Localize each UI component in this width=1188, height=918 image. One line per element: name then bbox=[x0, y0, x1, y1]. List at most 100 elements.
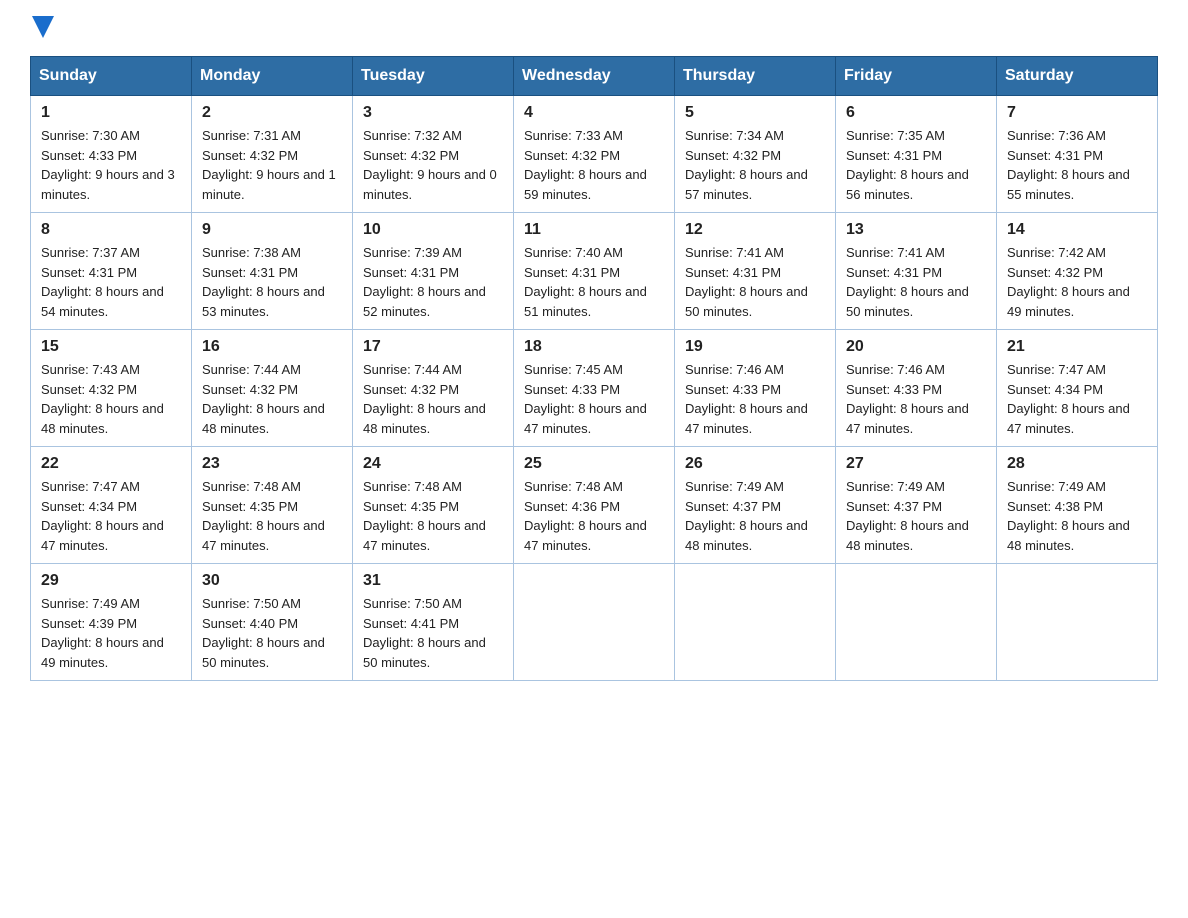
day-number: 8 bbox=[41, 221, 181, 239]
day-cell-31: 31Sunrise: 7:50 AMSunset: 4:41 PMDayligh… bbox=[353, 564, 514, 681]
day-cell-16: 16 Sunrise: 7:44 AMSunset: 4:32 PMDayligh… bbox=[192, 330, 353, 447]
day-cell-1: 1Sunrise: 7:30 AMSunset: 4:33 PMDaylight… bbox=[31, 96, 192, 213]
day-info: Sunrise: 7:39 AMSunset: 4:31 PMDaylight:… bbox=[363, 243, 503, 321]
day-number: 16 bbox=[202, 338, 342, 356]
day-cell-21: 21 Sunrise: 7:47 AMSunset: 4:34 PMDayligh… bbox=[997, 330, 1158, 447]
header-friday: Friday bbox=[836, 57, 997, 96]
day-number: 19 bbox=[685, 338, 825, 356]
day-number: 26 bbox=[685, 455, 825, 473]
day-cell-5: 5 Sunrise: 7:34 AMSunset: 4:32 PMDaylight… bbox=[675, 96, 836, 213]
day-number: 6 bbox=[846, 104, 986, 122]
day-info: Sunrise: 7:33 AMSunset: 4:32 PMDaylight:… bbox=[524, 126, 664, 204]
day-number: 15 bbox=[41, 338, 181, 356]
day-cell-17: 17Sunrise: 7:44 AMSunset: 4:32 PMDayligh… bbox=[353, 330, 514, 447]
day-info: Sunrise: 7:44 AMSunset: 4:32 PMDaylight:… bbox=[202, 360, 342, 438]
day-cell-11: 11 Sunrise: 7:40 AMSunset: 4:31 PMDayligh… bbox=[514, 213, 675, 330]
day-number: 24 bbox=[363, 455, 503, 473]
day-info: Sunrise: 7:34 AMSunset: 4:32 PMDaylight:… bbox=[685, 126, 825, 204]
day-info: Sunrise: 7:48 AMSunset: 4:35 PMDaylight:… bbox=[363, 477, 503, 555]
day-cell-19: 19 Sunrise: 7:46 AMSunset: 4:33 PMDayligh… bbox=[675, 330, 836, 447]
header bbox=[30, 20, 1158, 38]
day-cell-7: 7 Sunrise: 7:36 AMSunset: 4:31 PMDaylight… bbox=[997, 96, 1158, 213]
day-info: Sunrise: 7:30 AMSunset: 4:33 PMDaylight:… bbox=[41, 126, 181, 204]
day-number: 10 bbox=[363, 221, 503, 239]
day-number: 14 bbox=[1007, 221, 1147, 239]
day-number: 4 bbox=[524, 104, 664, 122]
header-monday: Monday bbox=[192, 57, 353, 96]
header-saturday: Saturday bbox=[997, 57, 1158, 96]
day-number: 28 bbox=[1007, 455, 1147, 473]
day-cell-23: 23 Sunrise: 7:48 AMSunset: 4:35 PMDayligh… bbox=[192, 447, 353, 564]
day-cell-2: 2 Sunrise: 7:31 AMSunset: 4:32 PMDaylight… bbox=[192, 96, 353, 213]
day-number: 23 bbox=[202, 455, 342, 473]
calendar-table: SundayMondayTuesdayWednesdayThursdayFrid… bbox=[30, 56, 1158, 681]
day-cell-6: 6 Sunrise: 7:35 AMSunset: 4:31 PMDaylight… bbox=[836, 96, 997, 213]
empty-cell bbox=[514, 564, 675, 681]
day-number: 31 bbox=[363, 572, 503, 590]
day-info: Sunrise: 7:32 AMSunset: 4:32 PMDaylight:… bbox=[363, 126, 503, 204]
header-thursday: Thursday bbox=[675, 57, 836, 96]
week-row-2: 8Sunrise: 7:37 AMSunset: 4:31 PMDaylight… bbox=[31, 213, 1158, 330]
day-number: 29 bbox=[41, 572, 181, 590]
day-cell-15: 15 Sunrise: 7:43 AMSunset: 4:32 PMDayligh… bbox=[31, 330, 192, 447]
logo bbox=[30, 20, 54, 38]
day-info: Sunrise: 7:43 AMSunset: 4:32 PMDaylight:… bbox=[41, 360, 181, 438]
day-cell-30: 30Sunrise: 7:50 AMSunset: 4:40 PMDayligh… bbox=[192, 564, 353, 681]
day-info: Sunrise: 7:44 AMSunset: 4:32 PMDaylight:… bbox=[363, 360, 503, 438]
day-info: Sunrise: 7:45 AMSunset: 4:33 PMDaylight:… bbox=[524, 360, 664, 438]
day-info: Sunrise: 7:40 AMSunset: 4:31 PMDaylight:… bbox=[524, 243, 664, 321]
day-info: Sunrise: 7:49 AMSunset: 4:38 PMDaylight:… bbox=[1007, 477, 1147, 555]
day-cell-9: 9Sunrise: 7:38 AMSunset: 4:31 PMDaylight… bbox=[192, 213, 353, 330]
day-number: 3 bbox=[363, 104, 503, 122]
day-info: Sunrise: 7:46 AMSunset: 4:33 PMDaylight:… bbox=[846, 360, 986, 438]
day-info: Sunrise: 7:41 AMSunset: 4:31 PMDaylight:… bbox=[685, 243, 825, 321]
day-cell-3: 3 Sunrise: 7:32 AMSunset: 4:32 PMDaylight… bbox=[353, 96, 514, 213]
week-row-4: 22Sunrise: 7:47 AMSunset: 4:34 PMDayligh… bbox=[31, 447, 1158, 564]
empty-cell bbox=[675, 564, 836, 681]
day-number: 22 bbox=[41, 455, 181, 473]
day-cell-29: 29 Sunrise: 7:49 AMSunset: 4:39 PMDayligh… bbox=[31, 564, 192, 681]
day-cell-20: 20Sunrise: 7:46 AMSunset: 4:33 PMDayligh… bbox=[836, 330, 997, 447]
day-info: Sunrise: 7:47 AMSunset: 4:34 PMDaylight:… bbox=[1007, 360, 1147, 438]
day-header-row: SundayMondayTuesdayWednesdayThursdayFrid… bbox=[31, 57, 1158, 96]
day-info: Sunrise: 7:31 AMSunset: 4:32 PMDaylight:… bbox=[202, 126, 342, 204]
day-number: 21 bbox=[1007, 338, 1147, 356]
day-number: 9 bbox=[202, 221, 342, 239]
day-info: Sunrise: 7:48 AMSunset: 4:35 PMDaylight:… bbox=[202, 477, 342, 555]
day-cell-4: 4 Sunrise: 7:33 AMSunset: 4:32 PMDaylight… bbox=[514, 96, 675, 213]
day-info: Sunrise: 7:49 AMSunset: 4:37 PMDaylight:… bbox=[685, 477, 825, 555]
day-cell-12: 12 Sunrise: 7:41 AMSunset: 4:31 PMDayligh… bbox=[675, 213, 836, 330]
day-info: Sunrise: 7:42 AMSunset: 4:32 PMDaylight:… bbox=[1007, 243, 1147, 321]
day-cell-26: 26 Sunrise: 7:49 AMSunset: 4:37 PMDayligh… bbox=[675, 447, 836, 564]
header-wednesday: Wednesday bbox=[514, 57, 675, 96]
day-number: 18 bbox=[524, 338, 664, 356]
day-info: Sunrise: 7:41 AMSunset: 4:31 PMDaylight:… bbox=[846, 243, 986, 321]
week-row-1: 1Sunrise: 7:30 AMSunset: 4:33 PMDaylight… bbox=[31, 96, 1158, 213]
logo-triangle-icon bbox=[32, 16, 54, 38]
day-info: Sunrise: 7:48 AMSunset: 4:36 PMDaylight:… bbox=[524, 477, 664, 555]
empty-cell bbox=[997, 564, 1158, 681]
day-info: Sunrise: 7:36 AMSunset: 4:31 PMDaylight:… bbox=[1007, 126, 1147, 204]
day-cell-22: 22Sunrise: 7:47 AMSunset: 4:34 PMDayligh… bbox=[31, 447, 192, 564]
day-number: 12 bbox=[685, 221, 825, 239]
day-cell-13: 13 Sunrise: 7:41 AMSunset: 4:31 PMDayligh… bbox=[836, 213, 997, 330]
day-cell-25: 25Sunrise: 7:48 AMSunset: 4:36 PMDayligh… bbox=[514, 447, 675, 564]
day-number: 13 bbox=[846, 221, 986, 239]
day-number: 7 bbox=[1007, 104, 1147, 122]
week-row-3: 15 Sunrise: 7:43 AMSunset: 4:32 PMDayligh… bbox=[31, 330, 1158, 447]
empty-cell bbox=[836, 564, 997, 681]
day-cell-18: 18 Sunrise: 7:45 AMSunset: 4:33 PMDayligh… bbox=[514, 330, 675, 447]
day-info: Sunrise: 7:49 AMSunset: 4:39 PMDaylight:… bbox=[41, 594, 181, 672]
day-info: Sunrise: 7:35 AMSunset: 4:31 PMDaylight:… bbox=[846, 126, 986, 204]
day-cell-24: 24 Sunrise: 7:48 AMSunset: 4:35 PMDayligh… bbox=[353, 447, 514, 564]
day-number: 2 bbox=[202, 104, 342, 122]
day-cell-10: 10 Sunrise: 7:39 AMSunset: 4:31 PMDayligh… bbox=[353, 213, 514, 330]
day-cell-27: 27Sunrise: 7:49 AMSunset: 4:37 PMDayligh… bbox=[836, 447, 997, 564]
week-row-5: 29 Sunrise: 7:49 AMSunset: 4:39 PMDayligh… bbox=[31, 564, 1158, 681]
header-sunday: Sunday bbox=[31, 57, 192, 96]
day-number: 27 bbox=[846, 455, 986, 473]
day-number: 5 bbox=[685, 104, 825, 122]
day-cell-28: 28 Sunrise: 7:49 AMSunset: 4:38 PMDayligh… bbox=[997, 447, 1158, 564]
day-number: 11 bbox=[524, 221, 664, 239]
day-info: Sunrise: 7:46 AMSunset: 4:33 PMDaylight:… bbox=[685, 360, 825, 438]
